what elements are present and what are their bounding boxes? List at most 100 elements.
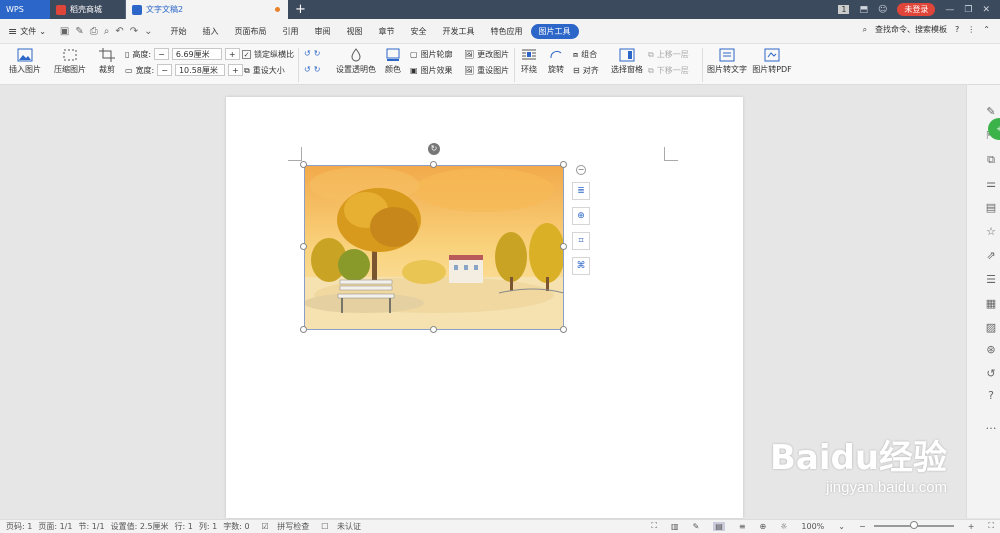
restore-icon[interactable]: ❐ [964,5,972,15]
height-input[interactable]: 6.69厘米 [171,48,222,60]
tab-security[interactable]: 安全 [403,24,435,39]
resize-handle[interactable] [560,243,567,250]
tab-insert[interactable]: 插入 [195,24,227,39]
reset-image-button[interactable]: 🖼 重设图片 [464,65,509,76]
help-icon[interactable]: ? [955,25,959,34]
tab-picture-tools[interactable]: 图片工具 [530,23,579,39]
command-search[interactable]: 查找命令、搜索模板 [875,24,947,35]
height-decrement[interactable]: − [154,48,169,60]
certification-button[interactable]: ☐ 未认证 [315,521,361,532]
collapse-ribbon-icon[interactable]: ⌃ [983,25,990,34]
skin-icon[interactable]: ⬒ [859,5,868,15]
rotate-buttons[interactable]: ↺ ↻ [304,49,320,58]
tab-wps[interactable]: WPS [0,0,50,19]
reset-size-button[interactable]: ⧉ 重设大小 [244,65,285,76]
image-to-text-button[interactable]: 图片转文字 [706,48,748,75]
page-view-icon[interactable]: ▤ [713,521,725,531]
image-to-pdf-button[interactable]: 图片转PDF [751,48,793,75]
more-icon[interactable]: ⋮ [967,25,975,34]
tab-page-layout[interactable]: 页面布局 [227,24,275,39]
collapse-icon[interactable]: − [576,165,586,175]
zoom-in-button[interactable]: + [968,522,975,531]
compress-image-button[interactable]: 压缩图片 [52,48,88,75]
chevron-down-icon[interactable]: ⌄ [838,522,845,531]
group-button[interactable]: ⧈ 组合 [573,49,597,60]
redo-icon[interactable]: ↷ [130,26,138,37]
flip-horizontal-icon[interactable]: ↻ [314,65,321,74]
eye-protection-icon[interactable]: ☼ [780,522,787,531]
star-icon[interactable]: ☆ [984,225,998,238]
resize-handle[interactable] [560,326,567,333]
tab-start[interactable]: 开始 [163,24,195,39]
rotate-handle-icon[interactable]: ↻ [428,143,440,155]
resize-handle[interactable] [430,161,437,168]
more-icon[interactable]: … [984,419,998,432]
flip-vertical-icon[interactable]: ↺ [304,65,311,74]
rotate-right-icon[interactable]: ↻ [314,49,321,58]
zoom-slider[interactable] [873,521,954,529]
resize-handle[interactable] [560,161,567,168]
set-transparent-button[interactable]: 设置透明色 [335,48,377,75]
height-increment[interactable]: + [224,48,240,60]
undo-icon[interactable]: ↶ [115,26,123,37]
history-icon[interactable]: ↺ [984,367,998,380]
image-outline-button[interactable]: ▢ 图片轮廓 [410,49,453,60]
spell-check-button[interactable]: ☑ 拼写检查 [256,521,310,532]
align-button[interactable]: ⊟ 对齐 [573,65,599,76]
rotate-button[interactable]: 旋转 [545,48,567,75]
fit-window-icon[interactable]: ⛶ [988,521,994,531]
resize-handle[interactable] [300,243,307,250]
width-increment[interactable]: + [227,64,243,76]
chevron-down-icon[interactable]: ⌄ [144,26,152,37]
resize-handle[interactable] [300,326,307,333]
image-panel-icon[interactable]: ▨ [984,321,998,334]
template-icon[interactable]: ▦ [984,297,998,310]
zoom-knob[interactable] [909,521,918,529]
tab-view[interactable]: 视图 [339,24,371,39]
share-icon[interactable]: ⇗ [984,249,998,262]
web-view-icon[interactable]: ⊕ [760,522,767,531]
login-button[interactable]: 未登录 [897,3,936,16]
edit-mode-icon[interactable]: ✎ [693,522,700,531]
image-effect-button[interactable]: ▣ 图片效果 [410,65,453,76]
fullscreen-icon[interactable]: ⛶ [651,521,657,531]
print-preview-icon[interactable]: ⌕ [104,26,110,37]
tab-special-apps[interactable]: 特色应用 [483,24,531,39]
print-icon[interactable]: ⎙ [90,26,98,37]
list-icon[interactable]: ☰ [984,273,998,286]
tab-review[interactable]: 审阅 [307,24,339,39]
tab-references[interactable]: 引用 [275,24,307,39]
close-icon[interactable]: ✕ [982,5,990,15]
send-backward-button[interactable]: ⧉ 下移一层 [648,65,689,76]
tab-chapter[interactable]: 章节 [371,24,403,39]
search-icon[interactable]: ⌕ [863,25,867,35]
color-button[interactable]: 颜色 [381,48,405,75]
lock-ratio-checkbox[interactable]: ✓ 锁定纵横比 [242,49,294,60]
zoom-in-icon[interactable]: ⊕ [572,207,590,225]
save-icon[interactable]: ▣ [60,26,69,37]
status-word-count[interactable]: 字数: 0 [223,521,249,532]
tab-developer[interactable]: 开发工具 [435,24,483,39]
bring-forward-button[interactable]: ⧉ 上移一层 [648,49,689,60]
crop-button[interactable]: 裁剪 [95,48,119,75]
new-tab-button[interactable]: + [295,2,306,17]
settings-sliders-icon[interactable]: ⚌ [984,177,998,190]
resize-handle[interactable] [430,326,437,333]
tab-document[interactable]: 文字文稿2 [126,0,288,19]
width-input[interactable]: 10.58厘米 [174,64,225,76]
read-mode-icon[interactable]: ▥ [671,522,679,531]
layout-options-icon[interactable]: ≣ [572,182,590,200]
edit-icon[interactable]: ✎ [984,105,998,118]
tab-docer-shop[interactable]: 稻壳商城 [50,0,126,19]
crop-icon[interactable]: ⌗ [572,232,590,250]
format-painter-icon[interactable]: ✎ [75,26,83,37]
document-icon[interactable]: ▤ [984,201,998,214]
shape-icon[interactable]: ⧉ [984,153,998,167]
rotate-left-icon[interactable]: ↺ [304,49,311,58]
selection-pane-button[interactable]: 选择窗格 [610,48,644,75]
zoom-out-button[interactable]: − [859,522,866,531]
document-page[interactable]: ↻ − ≣ ⊕ ⌗ ⌘ [226,97,743,518]
help-icon[interactable]: ? [984,389,998,402]
insert-image-button[interactable]: 插入图片 [5,48,45,75]
zoom-value[interactable]: 100% [801,522,824,531]
